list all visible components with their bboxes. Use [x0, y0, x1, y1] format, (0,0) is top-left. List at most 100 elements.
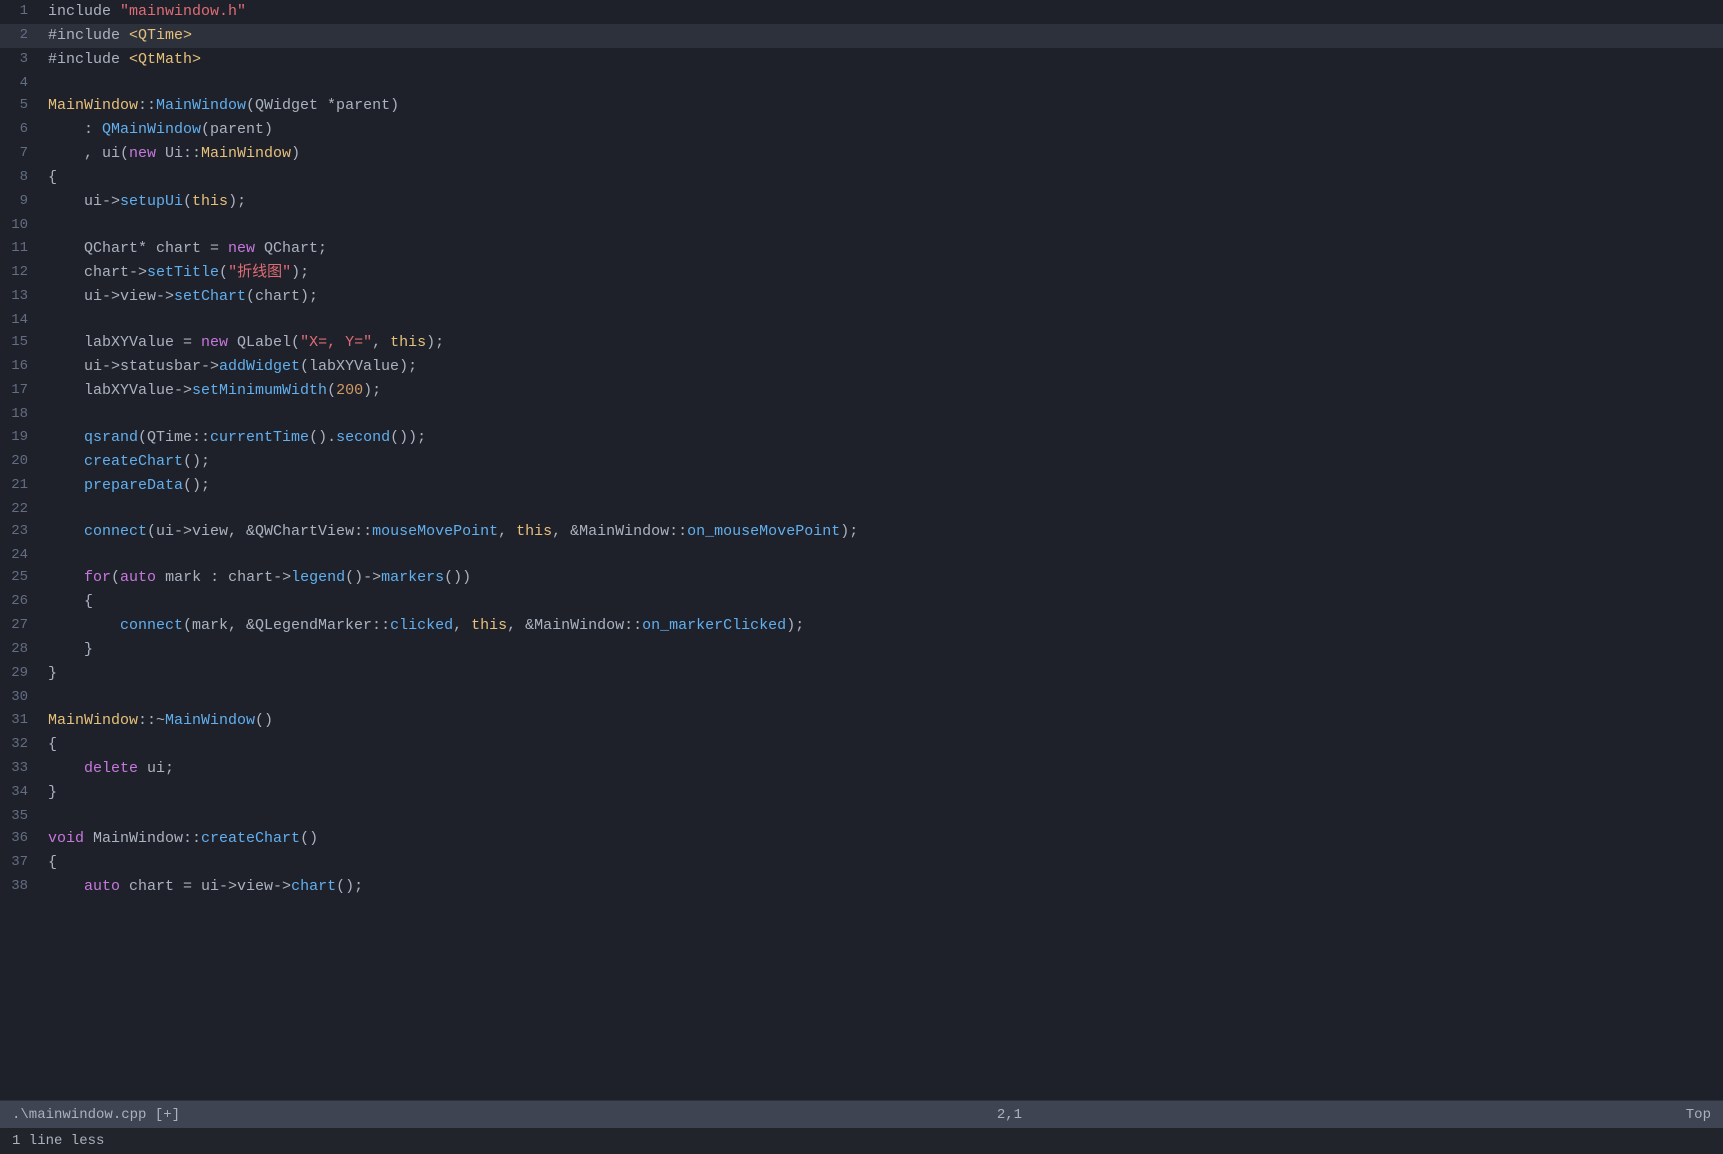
line-number: 34	[0, 781, 40, 805]
line-content: {	[40, 851, 1723, 875]
line-content: {	[40, 166, 1723, 190]
table-row: 22	[0, 498, 1723, 520]
table-row: 19 qsrand(QTime::currentTime().second())…	[0, 426, 1723, 450]
table-row: 28 }	[0, 638, 1723, 662]
status-bar: .\mainwindow.cpp [+] 2,1 Top	[0, 1100, 1723, 1128]
line-content: createChart();	[40, 450, 1723, 474]
line-content: {	[40, 590, 1723, 614]
line-number: 38	[0, 875, 40, 899]
line-number: 11	[0, 237, 40, 261]
table-row: 5 MainWindow::MainWindow(QWidget *parent…	[0, 94, 1723, 118]
line-content: : QMainWindow(parent)	[40, 118, 1723, 142]
code-table: 1 include "mainwindow.h" 2 #include <QTi…	[0, 0, 1723, 899]
line-content: labXYValue = new QLabel("X=, Y=", this);	[40, 331, 1723, 355]
line-content: connect(mark, &QLegendMarker::clicked, t…	[40, 614, 1723, 638]
bottom-status-bar: 1 line less	[0, 1128, 1723, 1154]
table-row: 6 : QMainWindow(parent)	[0, 118, 1723, 142]
line-content	[40, 544, 1723, 566]
line-number: 17	[0, 379, 40, 403]
line-number: 9	[0, 190, 40, 214]
table-row: 32 {	[0, 733, 1723, 757]
line-content: ui->view->setChart(chart);	[40, 285, 1723, 309]
line-number: 35	[0, 805, 40, 827]
table-row: 8 {	[0, 166, 1723, 190]
code-area[interactable]: 1 include "mainwindow.h" 2 #include <QTi…	[0, 0, 1723, 1100]
table-row: 38 auto chart = ui->view->chart();	[0, 875, 1723, 899]
line-number: 20	[0, 450, 40, 474]
line-content: QChart* chart = new QChart;	[40, 237, 1723, 261]
table-row: 11 QChart* chart = new QChart;	[0, 237, 1723, 261]
line-content: }	[40, 662, 1723, 686]
line-content: MainWindow::MainWindow(QWidget *parent)	[40, 94, 1723, 118]
table-row: 12 chart->setTitle("折线图");	[0, 261, 1723, 285]
table-row: 25 for(auto mark : chart->legend()->mark…	[0, 566, 1723, 590]
line-content: connect(ui->view, &QWChartView::mouseMov…	[40, 520, 1723, 544]
line-content: #include <QTime>	[40, 24, 1723, 48]
line-content	[40, 686, 1723, 708]
line-number: 5	[0, 94, 40, 118]
line-content: void MainWindow::createChart()	[40, 827, 1723, 851]
line-content: include "mainwindow.h"	[40, 0, 1723, 24]
table-row: 16 ui->statusbar->addWidget(labXYValue);	[0, 355, 1723, 379]
line-number: 18	[0, 403, 40, 425]
line-number: 32	[0, 733, 40, 757]
table-row: 30	[0, 686, 1723, 708]
table-row: 14	[0, 309, 1723, 331]
line-number: 12	[0, 261, 40, 285]
table-row: 17 labXYValue->setMinimumWidth(200);	[0, 379, 1723, 403]
table-row: 29 }	[0, 662, 1723, 686]
line-number: 1	[0, 0, 40, 24]
line-content	[40, 72, 1723, 94]
line-number: 21	[0, 474, 40, 498]
line-content: {	[40, 733, 1723, 757]
line-content: MainWindow::~MainWindow()	[40, 709, 1723, 733]
line-number: 14	[0, 309, 40, 331]
line-number: 33	[0, 757, 40, 781]
table-row: 20 createChart();	[0, 450, 1723, 474]
table-row: 13 ui->view->setChart(chart);	[0, 285, 1723, 309]
line-content: #include <QtMath>	[40, 48, 1723, 72]
table-row: 33 delete ui;	[0, 757, 1723, 781]
line-number: 28	[0, 638, 40, 662]
line-content	[40, 403, 1723, 425]
table-row: 3 #include <QtMath>	[0, 48, 1723, 72]
line-number: 25	[0, 566, 40, 590]
line-content: chart->setTitle("折线图");	[40, 261, 1723, 285]
table-row: 27 connect(mark, &QLegendMarker::clicked…	[0, 614, 1723, 638]
line-content: for(auto mark : chart->legend()->markers…	[40, 566, 1723, 590]
line-number: 2	[0, 24, 40, 48]
cursor-position: 2,1 Top	[997, 1107, 1711, 1123]
table-row: 1 include "mainwindow.h"	[0, 0, 1723, 24]
table-row: 23 connect(ui->view, &QWChartView::mouse…	[0, 520, 1723, 544]
line-number: 4	[0, 72, 40, 94]
line-number: 6	[0, 118, 40, 142]
line-number: 19	[0, 426, 40, 450]
filename-label: .\mainwindow.cpp [+]	[12, 1107, 180, 1123]
table-row: 37 {	[0, 851, 1723, 875]
line-number: 22	[0, 498, 40, 520]
editor-container: 1 include "mainwindow.h" 2 #include <QTi…	[0, 0, 1723, 1154]
table-row: 21 prepareData();	[0, 474, 1723, 498]
line-number: 26	[0, 590, 40, 614]
table-row: 34 }	[0, 781, 1723, 805]
line-content: delete ui;	[40, 757, 1723, 781]
line-number: 24	[0, 544, 40, 566]
line-content	[40, 498, 1723, 520]
line-number: 36	[0, 827, 40, 851]
bottom-status-text: 1 line less	[12, 1133, 104, 1149]
line-content: ui->statusbar->addWidget(labXYValue);	[40, 355, 1723, 379]
line-number: 29	[0, 662, 40, 686]
line-content: }	[40, 638, 1723, 662]
table-row: 7 , ui(new Ui::MainWindow)	[0, 142, 1723, 166]
line-number: 7	[0, 142, 40, 166]
line-content: prepareData();	[40, 474, 1723, 498]
line-number: 13	[0, 285, 40, 309]
table-row: 9 ui->setupUi(this);	[0, 190, 1723, 214]
table-row: 24	[0, 544, 1723, 566]
line-number: 3	[0, 48, 40, 72]
table-row: 26 {	[0, 590, 1723, 614]
line-number: 31	[0, 709, 40, 733]
line-content: ui->setupUi(this);	[40, 190, 1723, 214]
line-number: 16	[0, 355, 40, 379]
line-content	[40, 805, 1723, 827]
